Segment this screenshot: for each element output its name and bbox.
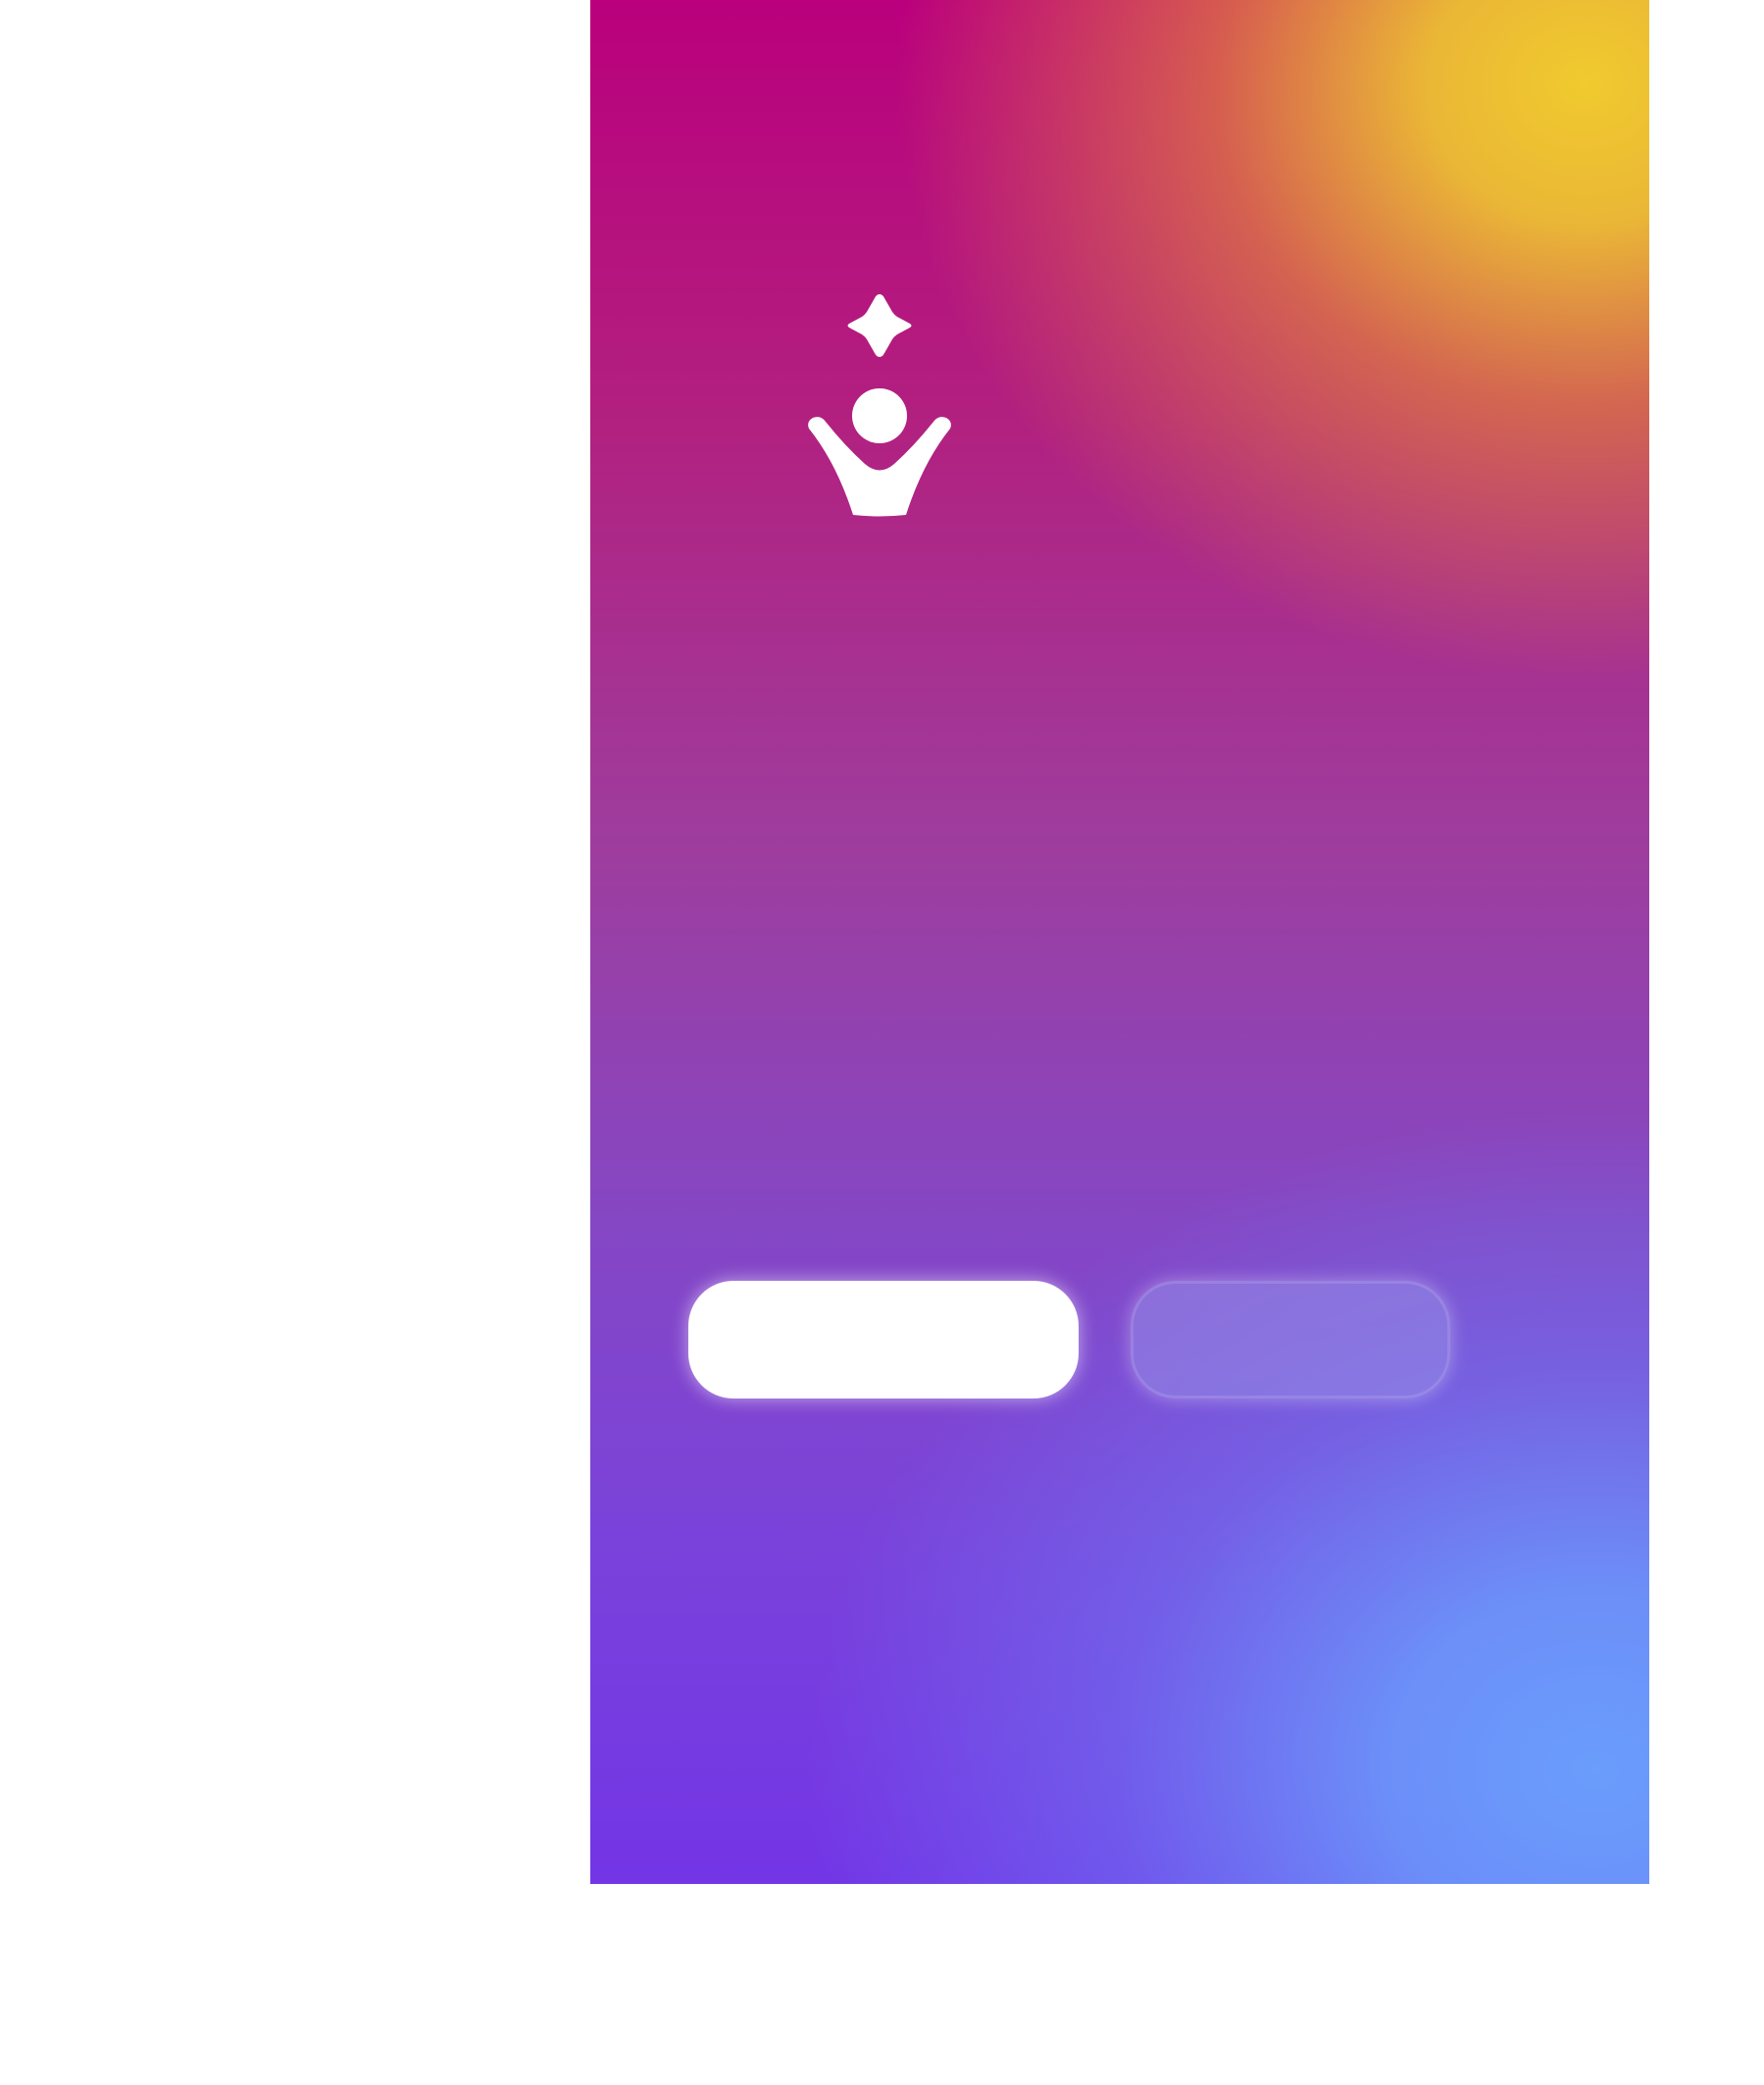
page xyxy=(0,0,1764,2085)
sparkle-person-logo-icon xyxy=(808,294,951,517)
welcome-screen xyxy=(590,0,1649,1884)
secondary-action-button[interactable] xyxy=(1131,1281,1450,1398)
sparkle-icon xyxy=(847,294,912,357)
person-head-icon xyxy=(852,388,907,443)
primary-action-button[interactable] xyxy=(688,1281,1079,1398)
